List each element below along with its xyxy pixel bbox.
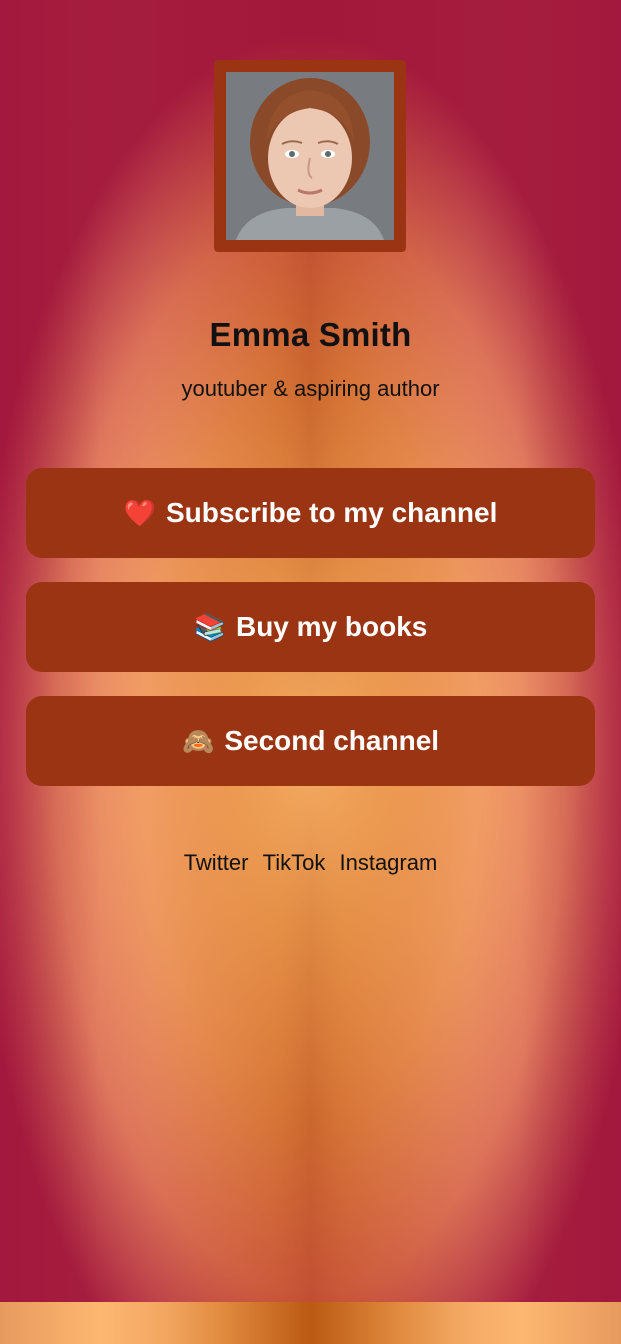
avatar [226, 72, 394, 240]
see-no-evil-monkey-icon: 🙈 [181, 726, 215, 756]
avatar-frame [214, 60, 406, 252]
tiktok-link[interactable]: TikTok [263, 850, 326, 875]
subscribe-channel-button[interactable]: ❤️ Subscribe to my channel [26, 468, 595, 558]
heart-icon: ❤️ [123, 498, 156, 528]
twitter-link[interactable]: Twitter [184, 850, 249, 875]
avatar-portrait [226, 72, 394, 240]
buy-books-label: Buy my books [235, 611, 428, 642]
second-channel-label: Second channel [224, 725, 440, 756]
profile-bio: youtuber & aspiring author [181, 376, 440, 401]
buy-books-button[interactable]: 📚 Buy my books [26, 582, 595, 672]
instagram-link[interactable]: Instagram [339, 850, 437, 875]
profile-name: Emma Smith [209, 316, 412, 353]
books-icon: 📚 [193, 612, 226, 642]
social-links: Twitter TikTok Instagram [0, 850, 621, 876]
background-bottom-strip [0, 1302, 621, 1344]
subscribe-channel-label: Subscribe to my channel [165, 497, 498, 528]
second-channel-button[interactable]: 🙈 Second channel [26, 696, 595, 786]
